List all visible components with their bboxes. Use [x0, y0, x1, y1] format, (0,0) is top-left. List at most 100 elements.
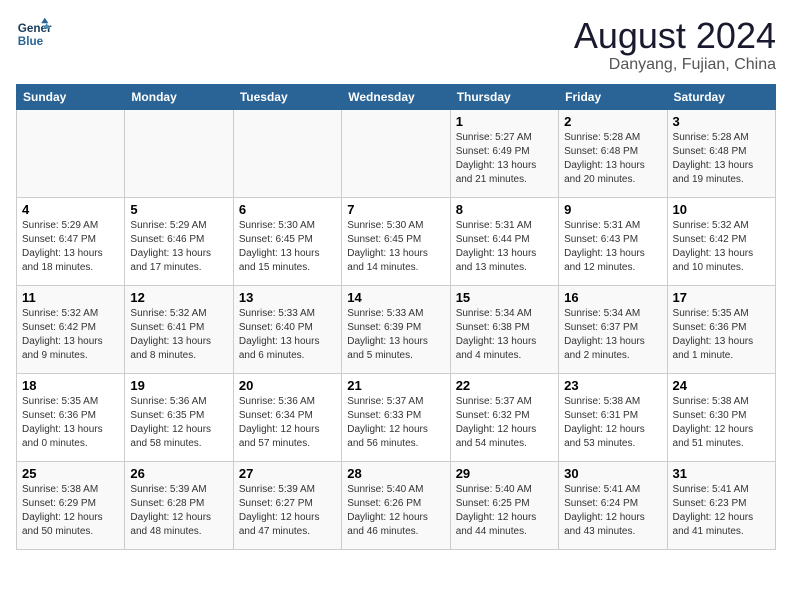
day-info: Sunrise: 5:35 AM Sunset: 6:36 PM Dayligh…: [673, 307, 770, 363]
day-info: Sunrise: 5:33 AM Sunset: 6:39 PM Dayligh…: [347, 307, 444, 363]
calendar-cell: 16Sunrise: 5:34 AM Sunset: 6:37 PM Dayli…: [559, 285, 667, 373]
day-number: 26: [130, 466, 227, 481]
day-info: Sunrise: 5:32 AM Sunset: 6:42 PM Dayligh…: [22, 307, 119, 363]
day-number: 10: [673, 202, 770, 217]
day-number: 9: [564, 202, 661, 217]
day-number: 11: [22, 290, 119, 305]
header-day-friday: Friday: [559, 84, 667, 109]
week-row-1: 1 Sunrise: 5:27 AM Sunset: 6:49 PM Daylig…: [17, 109, 776, 197]
week-row-3: 11 Sunrise: 5:32 AM Sunset: 6:42 PM Dayli…: [17, 285, 776, 373]
day-number: 3: [673, 114, 770, 129]
week-row-5: 25 Sunrise: 5:38 AM Sunset: 6:29 PM Dayli…: [17, 461, 776, 549]
day-number: 15: [456, 290, 553, 305]
day-number: 12: [130, 290, 227, 305]
calendar-cell: 23 Sunrise: 5:38 AM Sunset: 6:31 PM Dayli…: [559, 373, 667, 461]
header-day-sunday: Sunday: [17, 84, 125, 109]
day-info: Sunrise: 5:40 AM Sunset: 6:26 PM Dayligh…: [347, 483, 444, 539]
day-number: 27: [239, 466, 336, 481]
day-number: 23: [564, 378, 661, 393]
month-year-title: August 2024: [574, 16, 776, 56]
day-number: 30: [564, 466, 661, 481]
calendar-cell: 3 Sunrise: 5:28 AM Sunset: 6:48 PM Daylig…: [667, 109, 775, 197]
calendar-cell: [125, 109, 233, 197]
calendar-cell: 5 Sunrise: 5:29 AM Sunset: 6:46 PM Daylig…: [125, 197, 233, 285]
day-number: 25: [22, 466, 119, 481]
day-info: Sunrise: 5:41 AM Sunset: 6:23 PM Dayligh…: [673, 483, 770, 539]
day-number: 17: [673, 290, 770, 305]
calendar-cell: 6 Sunrise: 5:30 AM Sunset: 6:45 PM Daylig…: [233, 197, 341, 285]
day-info: Sunrise: 5:38 AM Sunset: 6:29 PM Dayligh…: [22, 483, 119, 539]
calendar-cell: 20 Sunrise: 5:36 AM Sunset: 6:34 PM Dayli…: [233, 373, 341, 461]
calendar-cell: 10 Sunrise: 5:32 AM Sunset: 6:42 PM Dayli…: [667, 197, 775, 285]
location-subtitle: Danyang, Fujian, China: [574, 56, 776, 74]
header-day-wednesday: Wednesday: [342, 84, 450, 109]
day-number: 21: [347, 378, 444, 393]
calendar-cell: 28 Sunrise: 5:40 AM Sunset: 6:26 PM Dayli…: [342, 461, 450, 549]
day-number: 13: [239, 290, 336, 305]
header: General Blue August 2024 Danyang, Fujian…: [16, 16, 776, 74]
day-info: Sunrise: 5:32 AM Sunset: 6:41 PM Dayligh…: [130, 307, 227, 363]
calendar-cell: 31Sunrise: 5:41 AM Sunset: 6:23 PM Dayli…: [667, 461, 775, 549]
day-number: 22: [456, 378, 553, 393]
day-info: Sunrise: 5:41 AM Sunset: 6:24 PM Dayligh…: [564, 483, 661, 539]
day-info: Sunrise: 5:27 AM Sunset: 6:49 PM Dayligh…: [456, 131, 553, 187]
day-info: Sunrise: 5:38 AM Sunset: 6:31 PM Dayligh…: [564, 395, 661, 451]
calendar-cell: 9Sunrise: 5:31 AM Sunset: 6:43 PM Daylig…: [559, 197, 667, 285]
day-number: 16: [564, 290, 661, 305]
day-info: Sunrise: 5:35 AM Sunset: 6:36 PM Dayligh…: [22, 395, 119, 451]
day-info: Sunrise: 5:32 AM Sunset: 6:42 PM Dayligh…: [673, 219, 770, 275]
calendar-cell: 27 Sunrise: 5:39 AM Sunset: 6:27 PM Dayli…: [233, 461, 341, 549]
calendar-cell: 30 Sunrise: 5:41 AM Sunset: 6:24 PM Dayli…: [559, 461, 667, 549]
day-info: Sunrise: 5:28 AM Sunset: 6:48 PM Dayligh…: [673, 131, 770, 187]
day-info: Sunrise: 5:30 AM Sunset: 6:45 PM Dayligh…: [239, 219, 336, 275]
day-info: Sunrise: 5:39 AM Sunset: 6:27 PM Dayligh…: [239, 483, 336, 539]
calendar-cell: 12 Sunrise: 5:32 AM Sunset: 6:41 PM Dayli…: [125, 285, 233, 373]
day-info: Sunrise: 5:31 AM Sunset: 6:44 PM Dayligh…: [456, 219, 553, 275]
calendar-cell: 26Sunrise: 5:39 AM Sunset: 6:28 PM Dayli…: [125, 461, 233, 549]
logo: General Blue: [16, 16, 52, 52]
day-info: Sunrise: 5:40 AM Sunset: 6:25 PM Dayligh…: [456, 483, 553, 539]
header-day-tuesday: Tuesday: [233, 84, 341, 109]
calendar-cell: 24Sunrise: 5:38 AM Sunset: 6:30 PM Dayli…: [667, 373, 775, 461]
calendar-cell: [342, 109, 450, 197]
calendar-cell: 17 Sunrise: 5:35 AM Sunset: 6:36 PM Dayli…: [667, 285, 775, 373]
days-header-row: SundayMondayTuesdayWednesdayThursdayFrid…: [17, 84, 776, 109]
day-info: Sunrise: 5:37 AM Sunset: 6:33 PM Dayligh…: [347, 395, 444, 451]
day-number: 29: [456, 466, 553, 481]
day-number: 6: [239, 202, 336, 217]
calendar-cell: [233, 109, 341, 197]
day-number: 20: [239, 378, 336, 393]
calendar-cell: 11 Sunrise: 5:32 AM Sunset: 6:42 PM Dayli…: [17, 285, 125, 373]
day-number: 28: [347, 466, 444, 481]
day-number: 2: [564, 114, 661, 129]
header-day-saturday: Saturday: [667, 84, 775, 109]
calendar-cell: 25 Sunrise: 5:38 AM Sunset: 6:29 PM Dayli…: [17, 461, 125, 549]
day-number: 19: [130, 378, 227, 393]
day-number: 18: [22, 378, 119, 393]
day-number: 5: [130, 202, 227, 217]
day-info: Sunrise: 5:29 AM Sunset: 6:47 PM Dayligh…: [22, 219, 119, 275]
day-info: Sunrise: 5:33 AM Sunset: 6:40 PM Dayligh…: [239, 307, 336, 363]
calendar-cell: 19 Sunrise: 5:36 AM Sunset: 6:35 PM Dayli…: [125, 373, 233, 461]
week-row-2: 4 Sunrise: 5:29 AM Sunset: 6:47 PM Daylig…: [17, 197, 776, 285]
calendar-cell: 21 Sunrise: 5:37 AM Sunset: 6:33 PM Dayli…: [342, 373, 450, 461]
day-number: 8: [456, 202, 553, 217]
day-info: Sunrise: 5:36 AM Sunset: 6:34 PM Dayligh…: [239, 395, 336, 451]
logo-icon: General Blue: [16, 16, 52, 52]
day-info: Sunrise: 5:28 AM Sunset: 6:48 PM Dayligh…: [564, 131, 661, 187]
calendar-cell: 15 Sunrise: 5:34 AM Sunset: 6:38 PM Dayli…: [450, 285, 558, 373]
calendar-cell: 13 Sunrise: 5:33 AM Sunset: 6:40 PM Dayli…: [233, 285, 341, 373]
day-number: 7: [347, 202, 444, 217]
day-number: 14: [347, 290, 444, 305]
day-number: 24: [673, 378, 770, 393]
header-day-monday: Monday: [125, 84, 233, 109]
day-info: Sunrise: 5:29 AM Sunset: 6:46 PM Dayligh…: [130, 219, 227, 275]
calendar-cell: 1 Sunrise: 5:27 AM Sunset: 6:49 PM Daylig…: [450, 109, 558, 197]
day-number: 1: [456, 114, 553, 129]
svg-text:Blue: Blue: [18, 35, 44, 48]
day-info: Sunrise: 5:34 AM Sunset: 6:38 PM Dayligh…: [456, 307, 553, 363]
day-info: Sunrise: 5:36 AM Sunset: 6:35 PM Dayligh…: [130, 395, 227, 451]
day-info: Sunrise: 5:37 AM Sunset: 6:32 PM Dayligh…: [456, 395, 553, 451]
day-number: 4: [22, 202, 119, 217]
week-row-4: 18 Sunrise: 5:35 AM Sunset: 6:36 PM Dayli…: [17, 373, 776, 461]
